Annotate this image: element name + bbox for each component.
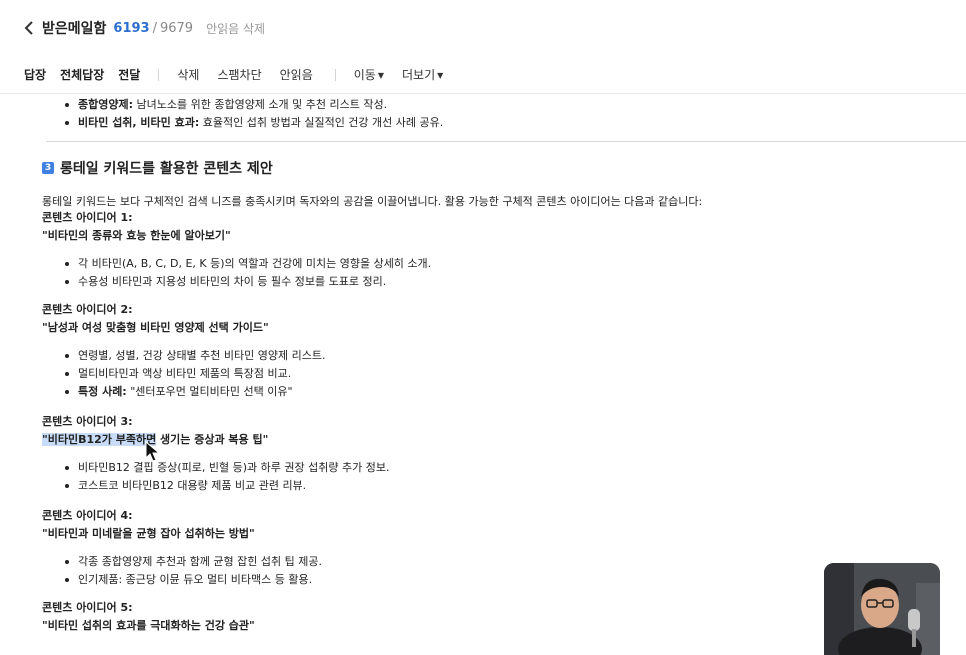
presenter-avatar bbox=[824, 563, 940, 655]
list-item: 각종 종합영양제 추천과 함께 균형 잡힌 섭취 팁 제공. bbox=[62, 553, 322, 571]
top-bullet-list: 종합영양제: 남녀노소를 위한 종합영양제 소개 및 추천 리스트 작성. 비타… bbox=[62, 96, 443, 132]
list-item: 종합영양제: 남녀노소를 위한 종합영양제 소개 및 추천 리스트 작성. bbox=[62, 96, 443, 114]
forward-button[interactable]: 전달 bbox=[118, 66, 140, 83]
idea-bullets: 비타민B12 결핍 증상(피로, 빈혈 등)과 하루 권장 섭취량 추가 정보.… bbox=[62, 459, 389, 495]
list-item: 연령별, 성별, 건강 상태별 추천 비타민 영양제 리스트. bbox=[62, 347, 325, 365]
webcam-overlay bbox=[824, 563, 940, 655]
content-idea-3: 콘텐츠 아이디어 3: "비타민B12가 부족하면 생기는 증상과 복용 팁" … bbox=[42, 413, 389, 495]
mark-unread-button[interactable]: 안읽음 bbox=[280, 66, 313, 83]
list-item: 비타민B12 결핍 증상(피로, 빈혈 등)과 하루 권장 섭취량 추가 정보. bbox=[62, 459, 389, 477]
toolbar-divider bbox=[158, 68, 160, 81]
idea-title: "남성과 여성 맞춤형 비타민 영양제 선택 가이드" bbox=[42, 321, 269, 334]
mailbox-title[interactable]: 받은메일함 bbox=[42, 18, 106, 38]
idea-label: 콘텐츠 아이디어 3: bbox=[42, 415, 133, 428]
move-dropdown[interactable]: 이동 ▼ bbox=[354, 66, 384, 83]
idea-bullets: 연령별, 성별, 건강 상태별 추천 비타민 영양제 리스트. 멀티비타민과 액… bbox=[62, 347, 325, 401]
idea-label: 콘텐츠 아이디어 4: bbox=[42, 509, 133, 522]
list-item: 비타민 섭취, 비타민 효과: 효율적인 섭취 방법과 실질적인 건강 개선 사… bbox=[62, 114, 443, 132]
caret-down-icon: ▼ bbox=[377, 71, 384, 80]
idea-title: "비타민과 미네랄을 균형 잡아 섭취하는 방법" bbox=[42, 527, 255, 540]
list-item: 특정 사례: "센터포우먼 멀티비타민 선택 이유" bbox=[62, 383, 325, 401]
mouse-cursor-icon bbox=[145, 441, 161, 462]
list-item: 각 비타민(A, B, C, D, E, K 등)의 역할과 건강에 미치는 영… bbox=[62, 255, 431, 273]
idea-bullets: 각 비타민(A, B, C, D, E, K 등)의 역할과 건강에 미치는 영… bbox=[62, 255, 431, 291]
selected-text[interactable]: "비타민B12가 부족하면 bbox=[42, 433, 157, 446]
idea-bullets: 각종 종합영양제 추천과 함께 균형 잡힌 섭취 팁 제공. 인기제품: 종근당… bbox=[62, 553, 322, 589]
more-dropdown[interactable]: 더보기 ▼ bbox=[402, 66, 443, 83]
idea-title: "비타민 섭취의 효과를 극대화하는 건강 습관" bbox=[42, 619, 255, 632]
content-idea-1: 콘텐츠 아이디어 1: "비타민의 종류와 효능 한눈에 알아보기" 각 비타민… bbox=[42, 209, 431, 291]
idea-label: 콘텐츠 아이디어 1: bbox=[42, 211, 133, 224]
idea-title: "비타민의 종류와 효능 한눈에 알아보기" bbox=[42, 229, 231, 242]
content-idea-2: 콘텐츠 아이디어 2: "남성과 여성 맞춤형 비타민 영양제 선택 가이드" … bbox=[42, 301, 325, 401]
list-item: 인기제품: 종근당 이뮨 듀오 멀티 비타맥스 등 활용. bbox=[62, 571, 322, 589]
back-arrow-icon[interactable] bbox=[22, 20, 36, 36]
section-intro: 롱테일 키워드는 보다 구체적인 검색 니즈를 충족시키며 독자와의 공감을 이… bbox=[42, 195, 703, 208]
list-item: 코스트코 비타민B12 대용량 제품 비교 관련 리뷰. bbox=[62, 477, 389, 495]
list-item: 멀티비타민과 액상 비타민 제품의 특장점 비교. bbox=[62, 365, 325, 383]
block-spam-button[interactable]: 스팸차단 bbox=[217, 66, 261, 83]
delete-unread-button[interactable]: 안읽음 삭제 bbox=[206, 20, 265, 37]
unread-count[interactable]: 6193 bbox=[113, 21, 149, 36]
reply-all-button[interactable]: 전체답장 bbox=[60, 66, 104, 83]
toolbar-divider bbox=[334, 68, 336, 81]
section-divider bbox=[46, 141, 966, 142]
mail-toolbar: 답장 전체답장 전달 삭제 스팸차단 안읽음 이동 ▼ 더보기 ▼ bbox=[0, 56, 966, 94]
section-number-badge: 3 bbox=[42, 162, 54, 174]
count-separator: / bbox=[152, 20, 157, 36]
mail-header: 받은메일함 6193 / 9679 안읽음 삭제 bbox=[0, 0, 966, 56]
reply-button[interactable]: 답장 bbox=[24, 66, 46, 83]
idea-label: 콘텐츠 아이디어 5: bbox=[42, 601, 133, 614]
move-label: 이동 bbox=[353, 68, 376, 82]
content-idea-5: 콘텐츠 아이디어 5: "비타민 섭취의 효과를 극대화하는 건강 습관" bbox=[42, 599, 255, 635]
idea-label: 콘텐츠 아이디어 2: bbox=[42, 303, 133, 316]
more-label: 더보기 bbox=[402, 68, 436, 82]
content-idea-4: 콘텐츠 아이디어 4: "비타민과 미네랄을 균형 잡아 섭취하는 방법" 각종… bbox=[42, 507, 322, 589]
list-item: 수용성 비타민과 지용성 비타민의 차이 등 필수 정보를 도표로 정리. bbox=[62, 273, 431, 291]
delete-button[interactable]: 삭제 bbox=[177, 66, 199, 83]
section-title: 롱테일 키워드를 활용한 콘텐츠 제안 bbox=[60, 161, 273, 177]
caret-down-icon: ▼ bbox=[437, 71, 444, 80]
total-count: 9679 bbox=[159, 20, 194, 36]
idea-title[interactable]: "비타민B12가 부족하면 생기는 증상과 복용 팁" bbox=[42, 431, 389, 449]
